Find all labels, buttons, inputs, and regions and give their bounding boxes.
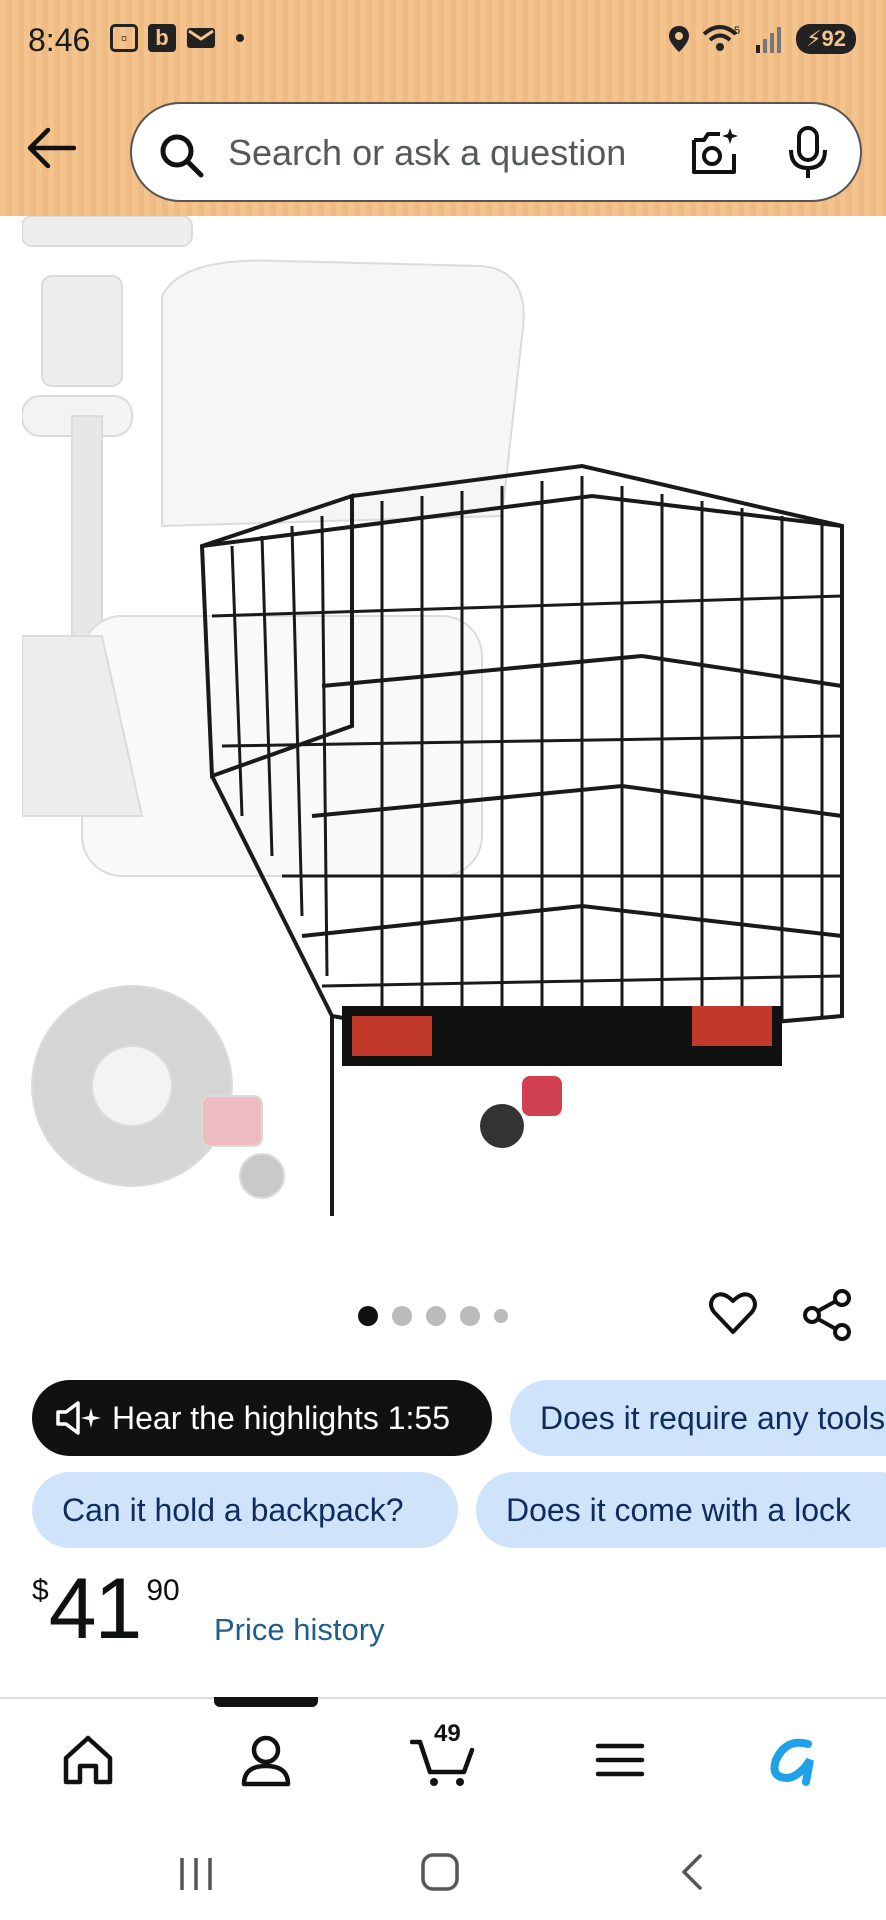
b-app-icon: b: [148, 24, 176, 52]
back-arrow-icon[interactable]: [26, 126, 76, 170]
search-icon: [160, 134, 204, 178]
home-button-icon[interactable]: [420, 1852, 460, 1892]
status-bar: 8:46 ▫ b 5 ⚡ 92: [0, 0, 886, 84]
signal-icon: [756, 27, 782, 53]
carousel-dot[interactable]: [460, 1306, 480, 1326]
product-image[interactable]: [22, 216, 886, 1236]
search-input[interactable]: Search or ask a question: [228, 132, 626, 174]
carousel-dots[interactable]: [358, 1306, 508, 1326]
system-nav-bar: [0, 1820, 886, 1920]
microphone-icon[interactable]: [788, 126, 828, 180]
home-icon[interactable]: [58, 1730, 118, 1790]
price-symbol: $: [32, 1574, 49, 1607]
recent-apps-icon[interactable]: [176, 1856, 216, 1892]
battery-indicator: ⚡ 92: [796, 24, 856, 54]
hear-highlights-label: Hear the highlights 1:55: [112, 1399, 450, 1436]
bottom-nav: [0, 1700, 886, 1820]
heart-icon[interactable]: [708, 1288, 758, 1338]
system-back-icon[interactable]: [676, 1852, 706, 1892]
price-display: $ 41 90: [32, 1566, 180, 1652]
screenshot-icon: ▫: [110, 24, 138, 52]
carousel-dot[interactable]: [494, 1309, 508, 1323]
mail-icon: [187, 28, 215, 48]
carousel-dot[interactable]: [426, 1306, 446, 1326]
price-fraction: 90: [146, 1574, 180, 1607]
search-bar[interactable]: Search or ask a question: [130, 102, 862, 202]
speaker-sparkle-icon: [56, 1401, 101, 1435]
product-page: 8:46 ▫ b 5 ⚡92 Search or ask a question: [0, 0, 886, 1920]
question-chip-label: Does it come with a lock: [506, 1491, 852, 1528]
rufus-icon[interactable]: [766, 1730, 826, 1790]
battery-level: 92: [821, 26, 846, 51]
hear-highlights-button[interactable]: Hear the highlights 1:55: [32, 1380, 492, 1456]
status-time: 8:46: [28, 22, 91, 58]
question-chip[interactable]: Can it hold a backpack?: [32, 1472, 458, 1548]
price-whole: 41: [48, 1561, 143, 1657]
price-history-link[interactable]: Price history: [214, 1612, 385, 1648]
question-chip-label: Can it hold a backpack?: [62, 1491, 404, 1528]
menu-icon[interactable]: [590, 1730, 650, 1790]
cart-count: 49: [434, 1720, 461, 1747]
nav-divider: [0, 1697, 886, 1699]
location-icon: [669, 26, 690, 52]
share-icon[interactable]: [800, 1288, 854, 1342]
account-icon[interactable]: [236, 1730, 296, 1790]
wifi-label: 5: [734, 25, 740, 37]
question-chip[interactable]: Does it require any tools: [510, 1380, 886, 1456]
carousel-dot[interactable]: [358, 1306, 378, 1326]
carousel-dot[interactable]: [392, 1306, 412, 1326]
notification-dot: [236, 34, 244, 42]
camera-search-icon[interactable]: [688, 126, 740, 178]
question-chip-label: Does it require any tools: [540, 1399, 886, 1436]
wifi-icon: 5: [702, 25, 740, 51]
question-chip[interactable]: Does it come with a lock: [476, 1472, 886, 1548]
